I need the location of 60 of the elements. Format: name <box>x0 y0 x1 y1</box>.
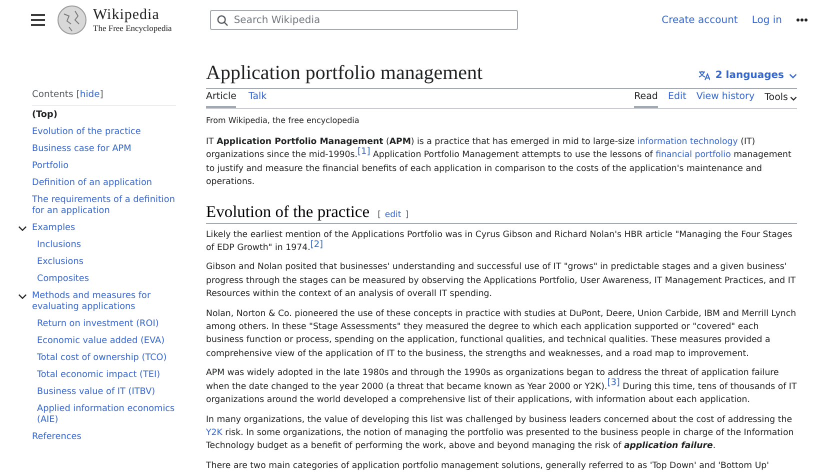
more-icon[interactable] <box>796 18 808 22</box>
toc-item[interactable]: Methods and measures for evaluating applications <box>32 290 182 313</box>
toc-item[interactable]: Examples <box>32 222 76 234</box>
contents-label: Contents <box>32 88 74 102</box>
toc-item[interactable]: Definition of an application <box>32 178 152 189</box>
edit-link[interactable]: edit <box>382 208 404 222</box>
bracket: [ <box>378 208 381 222</box>
tools-menu[interactable]: Tools <box>764 89 797 108</box>
toc-item[interactable]: Exclusions <box>32 256 84 268</box>
paragraph: Gibson and Nolan posited that businesses' understanding and successful use of IT "grows" in predictable stages and a given business' progress through the stages can be measured by observing the Applications Portfolio, User Awareness, IT Management Practices, and IT Resources within the context of an analysis of overall IT spending. <box>206 261 797 302</box>
article-link[interactable]: Y2K <box>206 428 222 438</box>
toc-item[interactable]: Business case for APM <box>32 144 132 155</box>
section-heading: Evolution of the practice <box>206 202 370 222</box>
page-title: Application portfolio management <box>206 61 483 86</box>
toc-item[interactable]: Total economic impact (TEI) <box>32 370 160 381</box>
menu-icon[interactable] <box>31 14 45 26</box>
chevron-icon <box>789 72 797 78</box>
search-icon <box>216 14 228 26</box>
toc-item[interactable]: Economic value added (EVA) <box>32 336 165 347</box>
bracket: [ <box>76 88 80 102</box>
toc-item[interactable]: Composites <box>32 274 89 285</box>
bracket: ] <box>100 88 104 102</box>
toc-item[interactable]: Business value of IT (ITBV) <box>32 386 156 398</box>
toc-item[interactable]: References <box>32 432 82 443</box>
paragraph: In many organizations, the value of developing this list was challenged by business leaders concerned about the cost of addressing the Y2K risk. In some organizations, the notion of managing the portfolio was presented to the business people in charge of the Information Technology budget as a benefit of performing the work, above and beyond managing the risk of application failure. <box>206 414 795 454</box>
bracket: ] <box>405 208 409 222</box>
log-in-link[interactable]: Log in <box>752 12 782 28</box>
article-link[interactable]: financial portfolio <box>656 150 731 160</box>
chevron-icon[interactable] <box>18 292 27 301</box>
toc-item[interactable]: Evolution of the practice <box>32 126 141 138</box>
toc-item[interactable]: The requirements of a definition for an application <box>32 194 182 217</box>
paragraph: There are two main categories of application portfolio management solutions, generally referred to as 'Top Down' and 'Bottom Up' <box>206 460 770 472</box>
create-account-link[interactable]: Create account <box>662 12 738 28</box>
paragraph: Nolan, Norton & Co. pioneered the use of these concepts in practice with studies at DuPont, Deere, Union Carbide, IBM and Merrill Lynch among others. In these "Stage Assessments" they measured the degree to which each application supported or "covered" each business function or process, spending on the application, functional qualities, and technical qualities. These measures provided a comprehensive view of the application of IT to the business, the strengths and weaknesses, and a road map to improvement. <box>206 308 797 361</box>
page-tab[interactable]: Talk <box>248 89 267 108</box>
toc-item[interactable]: Total cost of ownership (TCO) <box>32 352 167 364</box>
search-field[interactable]: Search Wikipedia <box>210 10 518 30</box>
toc-item[interactable]: Inclusions <box>32 240 81 251</box>
tagline: From Wikipedia, the free encyclopedia <box>206 115 360 127</box>
hide-link[interactable]: hide <box>80 88 100 102</box>
citation-link[interactable]: [1] <box>357 147 370 158</box>
toc-item[interactable]: Return on investment (ROI) <box>32 318 159 330</box>
view-tab[interactable]: Edit <box>668 89 686 108</box>
translate-icon <box>698 70 710 81</box>
view-tab[interactable]: View history <box>696 89 755 108</box>
toc-item[interactable]: Applied information economics (AIE) <box>32 404 182 426</box>
search-input[interactable]: Search Wikipedia <box>234 12 511 28</box>
toc-item[interactable]: (Top) <box>32 110 58 121</box>
logo-title: Wikipedia <box>93 8 160 23</box>
page-tab[interactable]: Article <box>206 89 236 108</box>
toc-item[interactable]: Portfolio <box>32 160 69 172</box>
citation-link[interactable]: [3] <box>607 378 620 388</box>
view-tab[interactable]: Read <box>634 89 658 108</box>
languages-button[interactable]: 2 languages <box>698 68 797 83</box>
globe-logo-icon[interactable] <box>57 5 87 35</box>
chevron-icon <box>790 96 797 101</box>
citation-link[interactable]: [2] <box>310 240 324 250</box>
chevron-icon[interactable] <box>18 224 27 233</box>
article-link[interactable]: information technology <box>637 137 738 147</box>
logo-subtitle: The Free Encyclopedia <box>93 24 172 32</box>
